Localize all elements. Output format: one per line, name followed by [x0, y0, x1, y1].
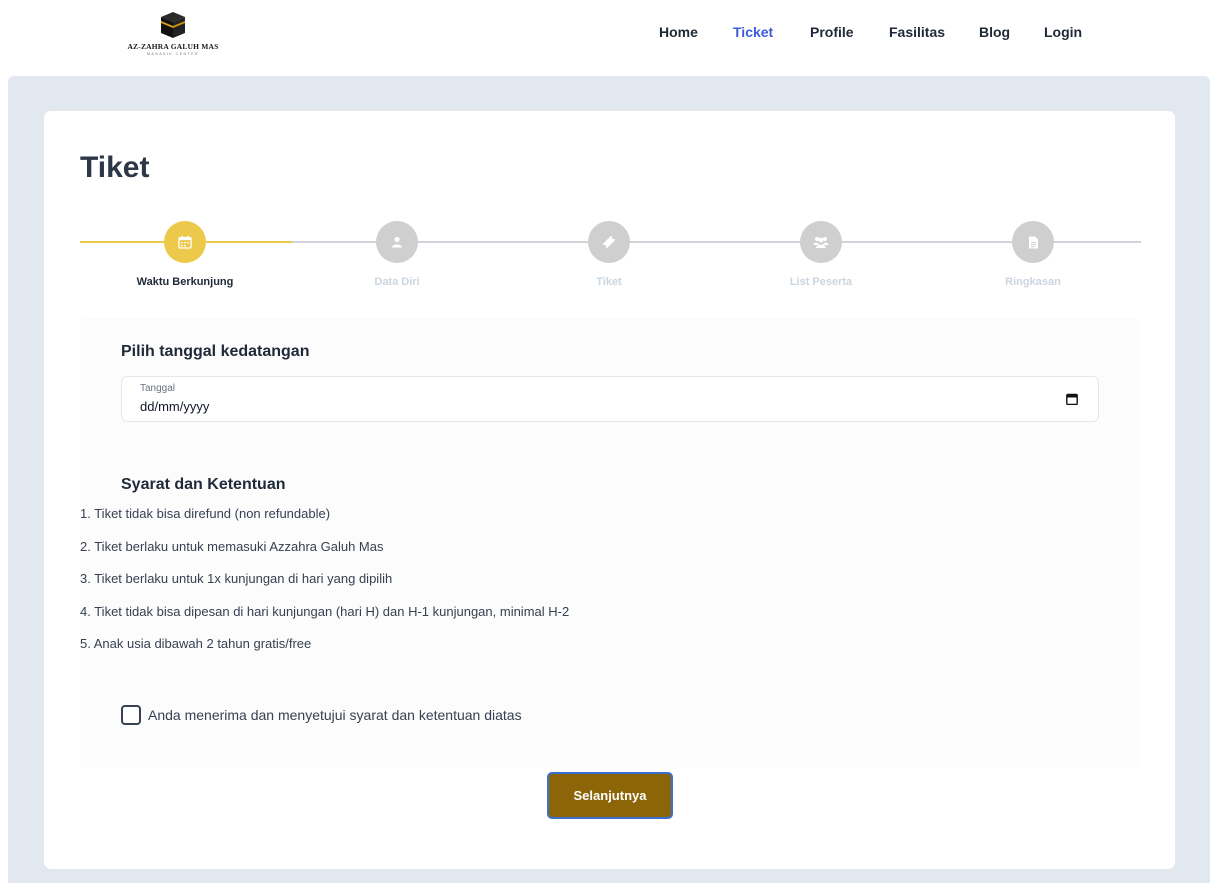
agree-checkbox[interactable] [121, 705, 141, 725]
date-input-value: dd/mm/yyyy [140, 399, 210, 414]
calendar-icon [178, 235, 192, 249]
nav-login[interactable]: Login [1044, 24, 1082, 40]
step-list-peserta[interactable]: List Peserta [741, 221, 901, 288]
form-panel: Pilih tanggal kedatangan Tanggal dd/mm/y… [80, 318, 1140, 768]
step-circle [800, 221, 842, 263]
step-circle [164, 221, 206, 263]
brand-tagline: MANASIK CENTER [146, 52, 200, 56]
step-circle [1012, 221, 1054, 263]
terms-item: 2. Tiket berlaku untuk memasuki Azzahra … [80, 538, 384, 554]
nav-ticket[interactable]: Ticket [733, 24, 773, 40]
nav-fasilitas[interactable]: Fasilitas [889, 24, 945, 40]
step-tiket[interactable]: Tiket [529, 221, 689, 288]
agree-terms[interactable]: Anda menerima dan menyetujui syarat dan … [121, 705, 522, 725]
users-icon [813, 237, 829, 248]
step-label: Waktu Berkunjung [136, 276, 234, 288]
page-title: Tiket [80, 151, 150, 184]
terms-heading: Syarat dan Ketentuan [121, 476, 286, 493]
date-heading: Pilih tanggal kedatangan [121, 343, 310, 360]
terms-item: 4. Tiket tidak bisa dipesan di hari kunj… [80, 603, 570, 619]
step-circle [376, 221, 418, 263]
step-label: List Peserta [789, 276, 853, 288]
user-icon [392, 236, 402, 248]
nav-blog[interactable]: Blog [979, 24, 1010, 40]
terms-item: 3. Tiket berlaku untuk 1x kunjungan di h… [80, 571, 393, 586]
step-waktu-berkunjung[interactable]: Waktu Berkunjung [105, 221, 265, 288]
step-ringkasan[interactable]: Ringkasan [953, 221, 1113, 288]
terms-list: 1. Tiket tidak bisa direfund (non refund… [80, 506, 569, 669]
terms-item: 1. Tiket tidak bisa direfund (non refund… [80, 506, 331, 521]
date-input[interactable]: Tanggal dd/mm/yyyy [121, 376, 1099, 422]
brand-name: AZ-ZAHRA GALUH MAS [127, 42, 219, 51]
ticket-icon [603, 236, 615, 248]
header: AZ-ZAHRA GALUH MAS MANASIK CENTER Home T… [0, 0, 1216, 76]
calendar-picker-icon[interactable] [1066, 393, 1078, 405]
nav-home[interactable]: Home [659, 24, 698, 40]
document-icon [1028, 236, 1038, 248]
ticket-card: Tiket Waktu Berkunjung Data Diri Tiket L… [43, 110, 1176, 870]
step-label: Ringkasan [1005, 276, 1061, 288]
step-label: Data Diri [374, 276, 420, 288]
kaaba-icon [161, 12, 185, 38]
next-button[interactable]: Selanjutnya [547, 772, 673, 819]
agree-label: Anda menerima dan menyetujui syarat dan … [148, 707, 522, 723]
step-data-diri[interactable]: Data Diri [317, 221, 477, 288]
step-circle [588, 221, 630, 263]
step-label: Tiket [596, 276, 622, 288]
terms-item: 5. Anak usia dibawah 2 tahun gratis/free [80, 636, 312, 651]
date-input-label: Tanggal [140, 383, 176, 394]
brand-logo[interactable]: AZ-ZAHRA GALUH MAS MANASIK CENTER [118, 10, 228, 62]
nav-profile[interactable]: Profile [810, 24, 854, 40]
